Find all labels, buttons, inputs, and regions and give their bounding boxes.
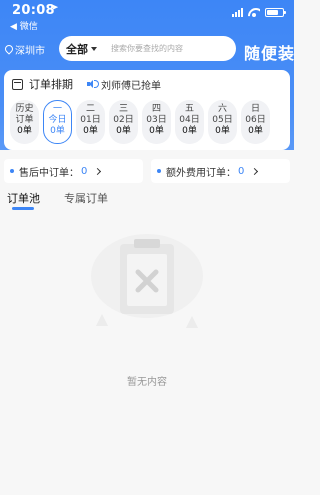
back-to-wechat-link[interactable]: ◀ 微信	[10, 19, 38, 32]
day-wednesday[interactable]: 三 02日 0单	[109, 100, 138, 144]
extra-fee-label: 额外费用订单：	[166, 167, 236, 179]
day-tuesday[interactable]: 二 01日 0单	[76, 100, 105, 144]
status-time: 20:08	[12, 3, 55, 18]
tab-order-pool[interactable]: 订单池	[7, 190, 40, 206]
tab-exclusive-orders[interactable]: 专属订单	[64, 190, 108, 206]
status-icons	[232, 8, 286, 17]
extra-fee-orders-button[interactable]: 额外费用订单： 0	[151, 159, 290, 183]
location-pin-icon	[5, 45, 13, 55]
empty-state-text: 暂无内容	[127, 377, 167, 388]
speaker-icon	[87, 79, 99, 89]
chevron-right-icon	[251, 167, 259, 175]
grab-notice: 刘师傅已抢单	[101, 80, 161, 92]
wifi-icon	[248, 8, 260, 17]
status-bar: 20:08 ➤ ◀ 微信	[0, 0, 294, 32]
extra-fee-count: 0	[238, 165, 245, 177]
after-sale-label: 售后中订单：	[19, 167, 79, 179]
caret-down-icon	[91, 46, 97, 51]
city-selector[interactable]: 深圳市	[5, 42, 45, 57]
search-row: 深圳市 全部 搜索你要查找的内容 随便装	[0, 36, 294, 64]
day-sunday[interactable]: 日 06日 0单	[241, 100, 270, 144]
day-today[interactable]: 一今日 0单	[43, 100, 72, 144]
after-sale-count: 0	[81, 165, 88, 177]
battery-icon	[265, 8, 286, 17]
day-history[interactable]: 历史 订单 0单	[10, 100, 39, 144]
search-box[interactable]: 全部 搜索你要查找的内容	[59, 36, 236, 61]
day-saturday[interactable]: 六 05日 0单	[208, 100, 237, 144]
calendar-icon	[12, 78, 23, 90]
day-thursday[interactable]: 四 03日 0单	[142, 100, 171, 144]
order-schedule-card: 订单排期 刘师傅已抢单 历史 订单 0单 一今日 0单 二 01日 0单 三 02日 0单 四…	[4, 70, 290, 150]
day-friday[interactable]: 五 04日 0单	[175, 100, 204, 144]
signal-icon	[232, 8, 243, 17]
card-title: 订单排期	[29, 78, 73, 91]
city-label: 深圳市	[15, 46, 45, 57]
bullet-dot-icon	[157, 169, 161, 173]
chevron-right-icon	[94, 167, 102, 175]
after-sale-orders-button[interactable]: 售后中订单： 0	[4, 159, 143, 183]
brand-logo: 随便装	[244, 44, 296, 63]
location-arrow-icon: ➤	[51, 3, 59, 13]
bullet-dot-icon	[10, 169, 14, 173]
day-selector: 历史 订单 0单 一今日 0单 二 01日 0单 三 02日 0单 四 03日 0单 五 04日 0单…	[10, 100, 270, 144]
search-input[interactable]: 搜索你要查找的内容	[111, 43, 183, 54]
card-header: 订单排期 刘师傅已抢单	[12, 76, 161, 92]
empty-clipboard-icon	[91, 234, 203, 328]
order-tabs: 订单池 专属订单	[0, 190, 294, 212]
active-tab-indicator	[12, 207, 34, 210]
search-scope-select[interactable]: 全部	[66, 41, 88, 57]
